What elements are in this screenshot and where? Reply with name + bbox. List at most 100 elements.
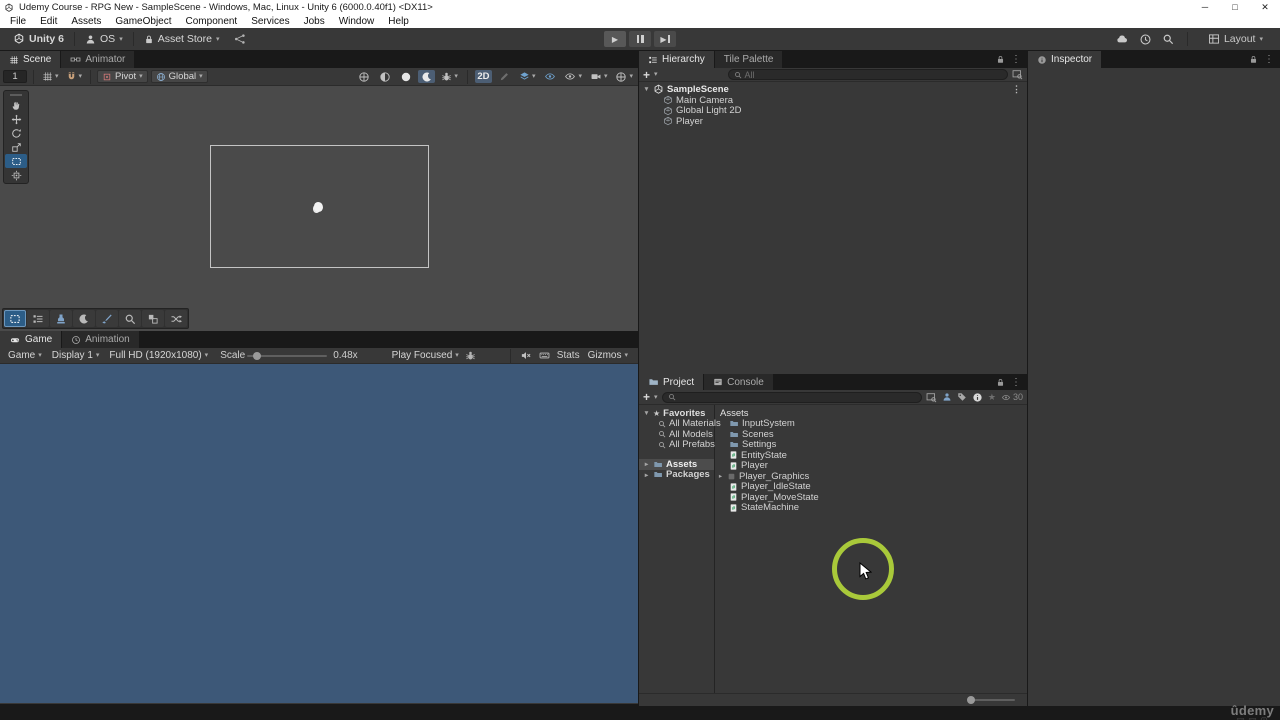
asset-item[interactable]: Player (715, 460, 1027, 471)
menu-component[interactable]: Component (179, 15, 245, 28)
search-by-type-icon[interactable] (942, 392, 952, 402)
tab-animation[interactable]: Animation (62, 331, 140, 348)
cloud-icon[interactable] (1115, 33, 1129, 45)
tab-console[interactable]: Console (704, 374, 774, 390)
kebab-menu-icon[interactable]: ⋮ (1012, 84, 1027, 95)
layers-dropdown[interactable]: ▾ (517, 70, 538, 83)
asset-item[interactable]: Player_IdleState (715, 481, 1027, 492)
kebab-menu-icon[interactable]: ⋮ (1011, 54, 1021, 65)
grid-visibility-toggle[interactable] (355, 70, 372, 83)
scene-root-row[interactable]: ▼ SampleScene ⋮ (639, 84, 1027, 95)
step-button[interactable]: ▶ (654, 31, 676, 47)
mute-audio-icon[interactable] (520, 350, 532, 361)
tab-inspector[interactable]: Inspector (1028, 51, 1103, 68)
search-window-icon[interactable] (926, 392, 937, 403)
favorite-all-models[interactable]: All Models (639, 429, 714, 440)
asset-zoom-slider[interactable] (967, 696, 1015, 704)
asset-item[interactable]: StateMachine (715, 502, 1027, 513)
play-focused-dropdown[interactable]: Play Focused ▾ (388, 349, 463, 362)
asset-item[interactable]: EntityState (715, 450, 1027, 461)
tab-animator[interactable]: Animator (61, 51, 136, 68)
create-add-button[interactable]: + (643, 391, 650, 403)
menu-services[interactable]: Services (244, 15, 296, 28)
multiplayer-button[interactable] (227, 31, 253, 48)
view-options-dropdown[interactable]: ▾ (562, 70, 584, 83)
pivot-dropdown[interactable]: Pivot ▾ (97, 70, 148, 83)
foldout-open-icon[interactable]: ▼ (643, 86, 650, 93)
scale-slider[interactable] (247, 351, 328, 360)
lock-icon[interactable] (996, 55, 1005, 64)
effects-toggle[interactable] (418, 70, 436, 83)
annotation-toggle[interactable] (496, 70, 513, 83)
menu-window[interactable]: Window (332, 15, 382, 28)
tile-picker-button[interactable] (119, 310, 141, 327)
rect-tool-button[interactable] (5, 154, 27, 168)
menu-assets[interactable]: Assets (64, 15, 108, 28)
vsync-keyboard-icon[interactable] (538, 350, 551, 361)
tile-select-button[interactable] (4, 310, 26, 327)
menu-help[interactable]: Help (381, 15, 416, 28)
scene-visibility-toggle[interactable] (541, 70, 558, 83)
kebab-menu-icon[interactable]: ⋮ (1011, 377, 1021, 388)
grid-size-field[interactable]: 1 (3, 70, 27, 83)
pause-button[interactable] (629, 31, 651, 47)
hierarchy-item-player[interactable]: Player (639, 116, 1027, 127)
tab-project[interactable]: Project (639, 374, 705, 390)
resolution-dropdown[interactable]: Full HD (1920x1080) ▾ (105, 349, 212, 362)
snap-dropdown[interactable]: ▾ (64, 70, 85, 83)
mode-2d-toggle[interactable]: 2D (474, 70, 492, 83)
search-window-icon[interactable] (1012, 69, 1023, 80)
tile-fill-button[interactable] (142, 310, 164, 327)
asset-item[interactable]: Scenes (715, 429, 1027, 440)
scene-viewport[interactable] (0, 86, 638, 331)
asset-list-header[interactable]: Assets (715, 408, 1027, 419)
tab-tile-palette[interactable]: Tile Palette (714, 51, 784, 68)
foldout-closed-icon[interactable]: ▸ (643, 471, 650, 479)
layout-dropdown[interactable]: Layout ▾ (1201, 31, 1270, 48)
favorite-star-icon[interactable]: ★ (988, 392, 996, 403)
lock-icon[interactable] (996, 378, 1005, 387)
foldout-open-icon[interactable]: ▼ (643, 410, 650, 417)
camera-dropdown[interactable]: ▾ (588, 70, 610, 83)
asset-item[interactable]: Settings (715, 439, 1027, 450)
tile-brush-button[interactable] (96, 310, 118, 327)
menu-gameobject[interactable]: GameObject (108, 15, 178, 28)
hierarchy-search-input[interactable]: All (727, 69, 1008, 80)
tile-random-button[interactable] (165, 310, 187, 327)
transform-tool-button[interactable] (5, 168, 27, 182)
tree-packages-root[interactable]: ▸ Packages (639, 469, 714, 480)
foldout-closed-icon[interactable]: ▸ (643, 460, 650, 468)
maximize-button[interactable]: □ (1220, 0, 1250, 15)
debug-dropdown[interactable]: ▾ (439, 70, 460, 83)
search-icon[interactable] (1162, 33, 1174, 45)
tab-scene[interactable]: Scene (0, 51, 62, 68)
asset-store-dropdown[interactable]: Asset Store ▾ (137, 31, 227, 48)
scale-tool-button[interactable] (5, 140, 27, 154)
tab-hierarchy[interactable]: Hierarchy (639, 51, 715, 68)
favorites-root-row[interactable]: ▼ ★ Favorites (639, 408, 714, 419)
hierarchy-item-main-camera[interactable]: Main Camera (639, 95, 1027, 106)
menu-edit[interactable]: Edit (33, 15, 64, 28)
project-search-input[interactable] (661, 391, 922, 403)
favorite-all-prefabs[interactable]: All Prefabs (639, 439, 715, 450)
lock-icon[interactable] (1249, 55, 1258, 64)
shading-toggle[interactable] (376, 70, 393, 83)
tile-stamp-button[interactable] (50, 310, 72, 327)
tile-move-button[interactable] (27, 310, 49, 327)
label-tag-icon[interactable] (957, 392, 967, 402)
tool-settings-dropdown[interactable]: ▾ (40, 70, 61, 83)
gizmos-dropdown[interactable]: Gizmos ▾ (586, 349, 630, 362)
tile-eraser-button[interactable] (73, 310, 95, 327)
capture-bug-icon[interactable] (465, 350, 476, 361)
unity-version-badge[interactable]: Unity 6 (6, 31, 71, 48)
move-tool-button[interactable] (5, 112, 27, 126)
foldout-closed-icon[interactable]: ▸ (717, 472, 724, 480)
menu-jobs[interactable]: Jobs (297, 15, 332, 28)
rotate-tool-button[interactable] (5, 126, 27, 140)
view-tool-button[interactable] (5, 98, 27, 112)
os-dropdown[interactable]: OS ▾ (78, 31, 130, 48)
player-sprite[interactable] (314, 202, 323, 212)
game-view-dropdown[interactable]: Game ▾ (4, 349, 46, 362)
audio-toggle[interactable] (397, 70, 414, 83)
gizmos-selector-dropdown[interactable]: ▾ (613, 70, 635, 83)
